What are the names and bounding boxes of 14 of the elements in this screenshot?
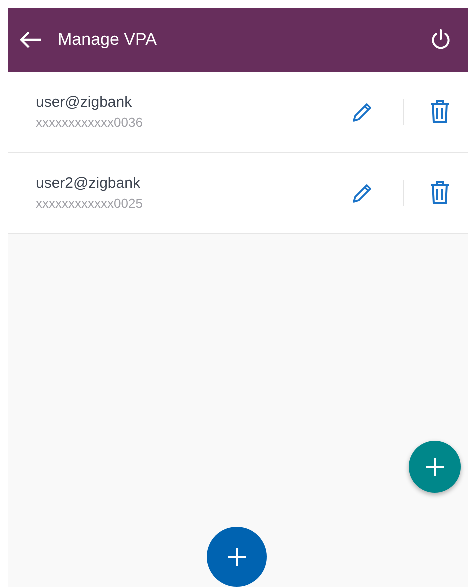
account-number: xxxxxxxxxxxx0025 xyxy=(36,196,144,211)
power-icon[interactable] xyxy=(430,29,452,51)
plus-icon xyxy=(227,547,247,567)
delete-trash-icon[interactable] xyxy=(430,181,450,205)
vpa-address: user2@zigbank xyxy=(36,175,142,192)
screen-title: Manage VPA xyxy=(58,30,158,50)
plus-icon xyxy=(425,457,445,477)
account-number: xxxxxxxxxxxx0036 xyxy=(36,115,144,130)
vpa-address: user@zigbank xyxy=(36,94,134,111)
vpa-row[interactable]: user2@zigbank xxxxxxxxxxxx0025 xyxy=(8,153,468,234)
delete-trash-icon[interactable] xyxy=(430,100,450,124)
add-button[interactable] xyxy=(409,441,461,493)
vpa-row[interactable]: user@zigbank xxxxxxxxxxxx0036 xyxy=(8,72,468,153)
back-arrow-icon[interactable] xyxy=(20,31,42,49)
